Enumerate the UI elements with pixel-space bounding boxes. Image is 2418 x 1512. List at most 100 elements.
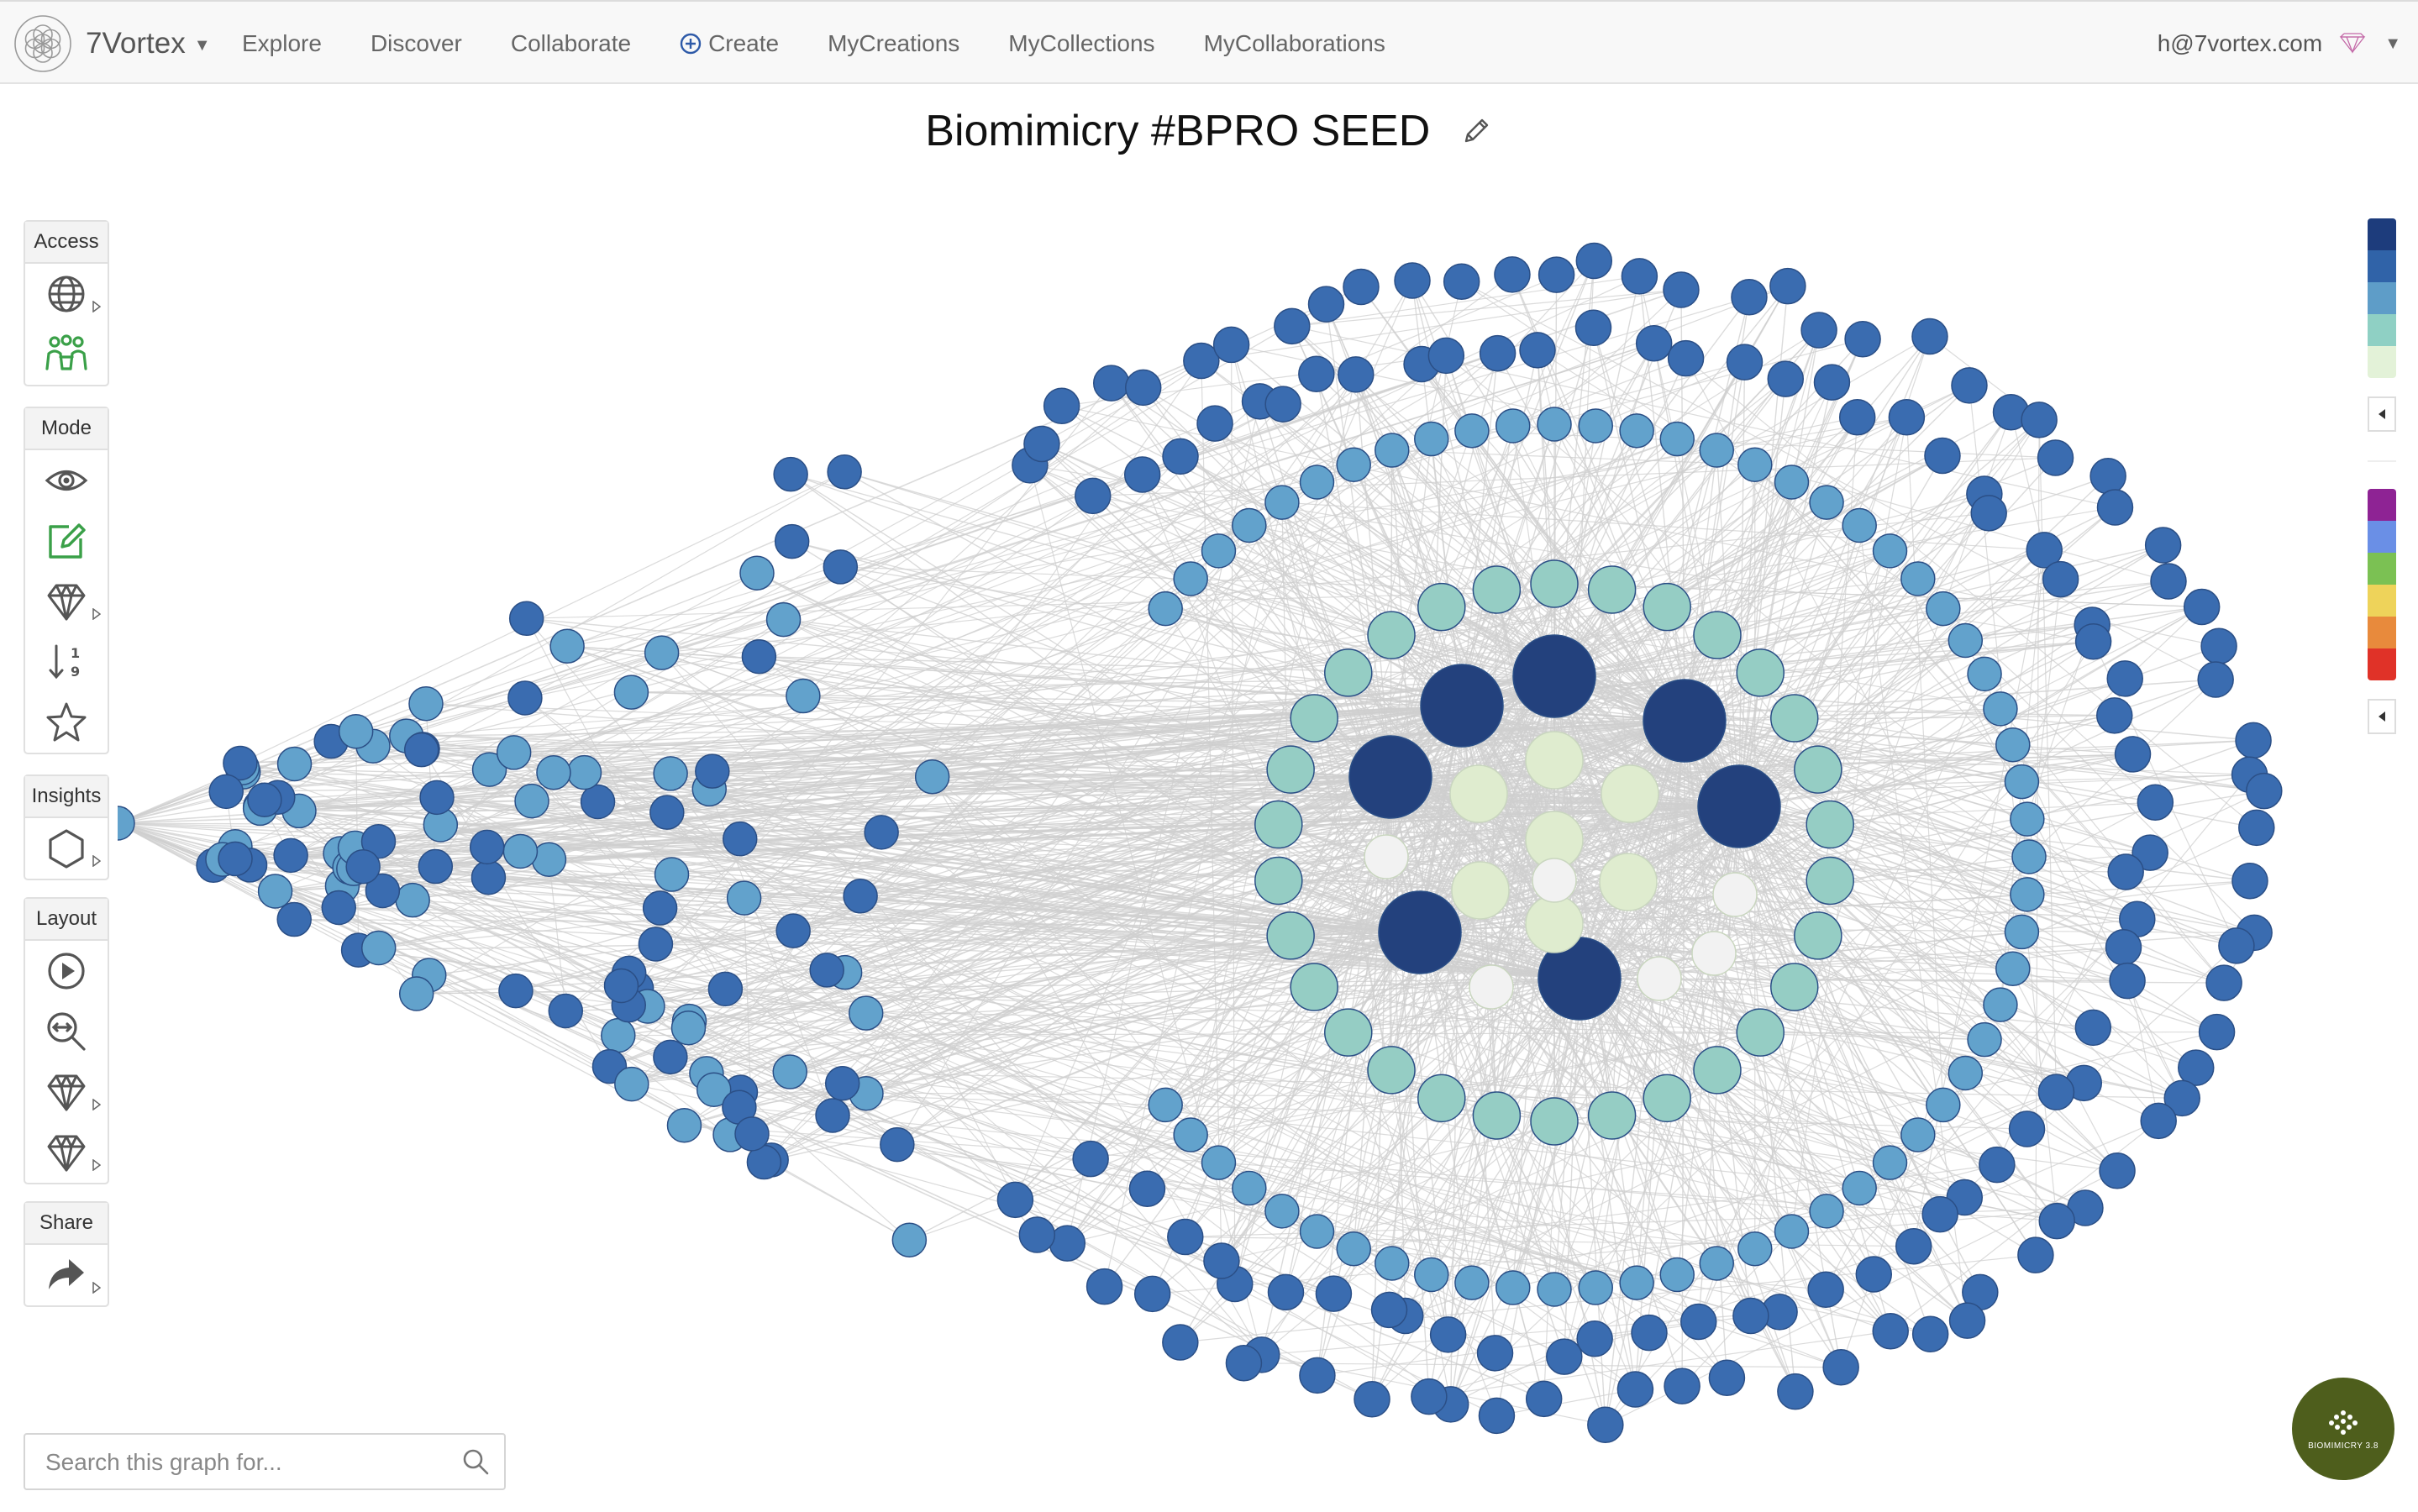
- graph-node[interactable]: [1872, 1313, 1909, 1350]
- graph-node[interactable]: [2037, 439, 2074, 476]
- graph-node[interactable]: [1417, 1074, 1466, 1123]
- graph-node[interactable]: [1663, 271, 1700, 308]
- network-graph[interactable]: [118, 151, 2319, 1462]
- graph-node[interactable]: [1983, 691, 2018, 727]
- insights-button[interactable]: [25, 818, 108, 879]
- graph-node[interactable]: [276, 746, 313, 782]
- graph-node[interactable]: [257, 874, 293, 909]
- category-legend-swatch[interactable]: [2368, 521, 2396, 553]
- graph-node[interactable]: [1924, 437, 1961, 475]
- graph-node[interactable]: [502, 833, 539, 869]
- graph-node[interactable]: [1699, 1246, 1734, 1281]
- graph-node[interactable]: [1472, 565, 1522, 614]
- graph-node[interactable]: [218, 841, 253, 877]
- run-layout-button[interactable]: [25, 941, 108, 1001]
- favorite-button[interactable]: [25, 692, 108, 753]
- graph-node[interactable]: [1336, 1231, 1371, 1267]
- graph-node[interactable]: [403, 732, 439, 768]
- graph-node[interactable]: [1616, 1371, 1654, 1408]
- graph-node[interactable]: [2010, 877, 2045, 912]
- graph-node[interactable]: [1578, 408, 1613, 444]
- graph-node[interactable]: [276, 901, 312, 937]
- graph-node[interactable]: [1232, 1170, 1267, 1206]
- share-button[interactable]: [25, 1245, 108, 1305]
- graph-node[interactable]: [614, 1066, 649, 1102]
- graph-node[interactable]: [765, 601, 802, 638]
- graph-node[interactable]: [1697, 764, 1781, 848]
- graph-node[interactable]: [2183, 588, 2221, 626]
- graph-node[interactable]: [1472, 1091, 1522, 1140]
- graph-node[interactable]: [1737, 1231, 1773, 1267]
- graph-node[interactable]: [1173, 1117, 1208, 1152]
- graph-node[interactable]: [1478, 1397, 1516, 1435]
- graph-node[interactable]: [549, 628, 585, 664]
- graph-node[interactable]: [2106, 660, 2143, 697]
- graph-node[interactable]: [1995, 951, 2031, 987]
- graph-node[interactable]: [1822, 1348, 1859, 1386]
- graph-node[interactable]: [1774, 465, 1810, 500]
- graph-node[interactable]: [2038, 1202, 2075, 1240]
- graph-node[interactable]: [1203, 1242, 1240, 1279]
- graph-node[interactable]: [823, 549, 859, 585]
- graph-node[interactable]: [1451, 861, 1510, 920]
- graph-node[interactable]: [649, 795, 685, 830]
- edit-mode-button[interactable]: [25, 511, 108, 571]
- graph-node[interactable]: [507, 680, 543, 716]
- graph-node[interactable]: [666, 1107, 702, 1143]
- graph-node[interactable]: [1712, 872, 1758, 917]
- graph-node[interactable]: [1693, 1046, 1742, 1095]
- graph-node[interactable]: [1664, 1368, 1700, 1404]
- graph-node[interactable]: [1576, 1320, 1613, 1357]
- graph-node[interactable]: [1324, 648, 1373, 697]
- graph-node[interactable]: [1299, 465, 1335, 500]
- graph-node[interactable]: [2218, 927, 2255, 964]
- graph-node[interactable]: [1970, 495, 2007, 532]
- brand-menu[interactable]: 7Vortex ▼: [12, 10, 211, 77]
- graph-node[interactable]: [1201, 533, 1237, 569]
- graph-node[interactable]: [815, 1098, 850, 1133]
- graph-node[interactable]: [1225, 1344, 1263, 1382]
- graph-node[interactable]: [2008, 1110, 2046, 1147]
- graph-node[interactable]: [1378, 890, 1462, 974]
- graph-node[interactable]: [1693, 611, 1742, 659]
- graph-node[interactable]: [1800, 312, 1837, 349]
- graph-node[interactable]: [1307, 286, 1345, 323]
- graph-node[interactable]: [470, 859, 507, 895]
- layout-style-button-2[interactable]: [25, 1122, 108, 1183]
- graph-node[interactable]: [1315, 1275, 1353, 1312]
- graph-node[interactable]: [1162, 1324, 1199, 1361]
- graph-node[interactable]: [773, 456, 808, 492]
- graph-node[interactable]: [1072, 1140, 1109, 1178]
- graph-node[interactable]: [741, 638, 777, 675]
- graph-node[interactable]: [1201, 1145, 1237, 1180]
- graph-node[interactable]: [273, 837, 308, 874]
- graph-node[interactable]: [1659, 1257, 1695, 1293]
- graph-node[interactable]: [1737, 447, 1773, 483]
- graph-node[interactable]: [1085, 1268, 1123, 1305]
- graph-node[interactable]: [1364, 834, 1409, 879]
- graph-node[interactable]: [2037, 1074, 2075, 1110]
- graph-node[interactable]: [1479, 334, 1517, 372]
- access-public-button[interactable]: [25, 264, 108, 324]
- graph-node[interactable]: [338, 714, 374, 749]
- graph-node[interactable]: [1367, 1046, 1416, 1095]
- graph-node[interactable]: [1855, 1256, 1893, 1293]
- graph-node[interactable]: [496, 735, 532, 770]
- graph-node[interactable]: [695, 753, 730, 789]
- graph-node[interactable]: [1495, 1270, 1531, 1305]
- graph-node[interactable]: [1736, 648, 1785, 697]
- graph-node[interactable]: [824, 1065, 860, 1101]
- graph-node[interactable]: [1767, 360, 1805, 397]
- graph-node[interactable]: [1813, 364, 1851, 401]
- graph-node[interactable]: [498, 973, 534, 1009]
- graph-node[interactable]: [1023, 425, 1060, 463]
- graph-node[interactable]: [1494, 256, 1531, 293]
- graph-node[interactable]: [613, 675, 649, 710]
- graph-node[interactable]: [1049, 1225, 1086, 1262]
- graph-node[interactable]: [2096, 489, 2134, 526]
- nav-discover[interactable]: Discover: [371, 30, 462, 57]
- graph-node[interactable]: [1770, 694, 1819, 743]
- graph-node[interactable]: [1807, 1271, 1844, 1309]
- graph-node[interactable]: [2235, 722, 2272, 759]
- graph-node[interactable]: [1809, 1194, 1844, 1229]
